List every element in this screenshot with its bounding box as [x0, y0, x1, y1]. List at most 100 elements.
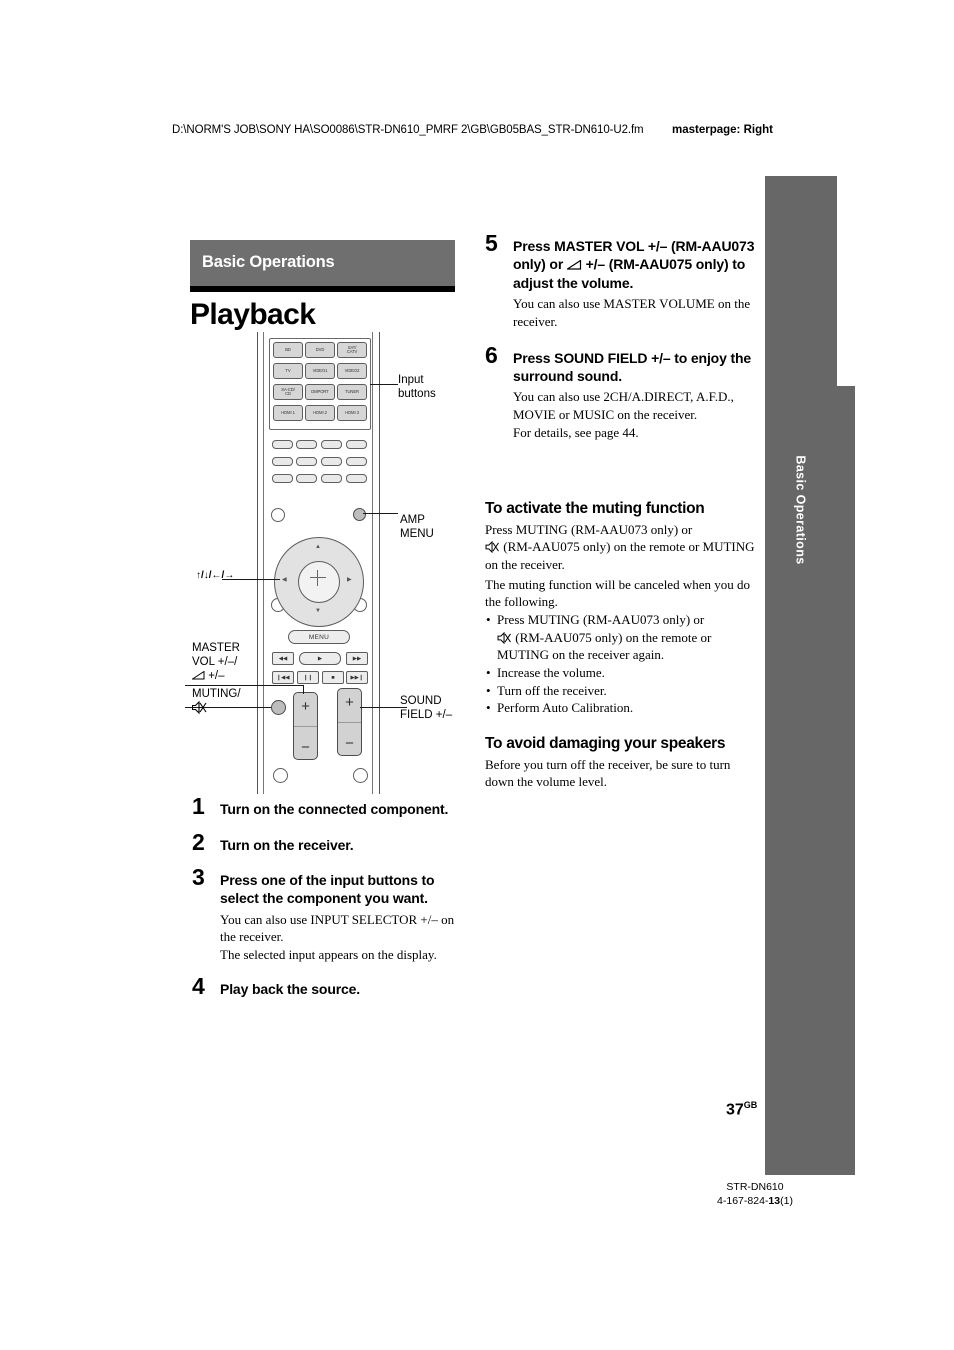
remote-plain-button[interactable] [346, 474, 367, 483]
page-number: 37GB [726, 1100, 757, 1119]
step-5: 5 Press MASTER VOL +/– (RM-AAU073 only) … [485, 232, 757, 331]
remote-button-dvd[interactable]: DVD [305, 342, 335, 358]
remote-plain-button[interactable] [321, 474, 342, 483]
remote-plain-button[interactable] [321, 440, 342, 449]
callout-amp-menu: AMP MENU [400, 513, 434, 541]
remote-master-volume-rocker[interactable]: + − [293, 692, 318, 760]
sound-field-minus-label: − [345, 735, 354, 752]
muting-p1-a: Press MUTING (RM-AAU073 only) or [485, 521, 693, 537]
remote-plain-button[interactable] [296, 457, 317, 466]
callout-input-buttons: Input buttons [398, 373, 436, 401]
footer-code-b: 13 [768, 1195, 781, 1208]
muting-cancel-item-3: Turn off the receiver. [485, 682, 757, 700]
fast-forward-icon: ▶▶ [352, 655, 362, 662]
remote-bottom-button-left[interactable] [273, 768, 288, 783]
step-6: 6 Press SOUND FIELD +/– to enjoy the sur… [485, 343, 757, 442]
remote-button-video2[interactable]: VIDEO2 [337, 363, 367, 379]
step-3-heading: Press one of the input buttons to select… [220, 871, 435, 907]
remote-button-hdmi2[interactable]: HDMI 2 [305, 405, 335, 421]
muting-section-title: To activate the muting function [485, 500, 705, 517]
footer-code-a: 4-167-824- [717, 1195, 769, 1208]
rocker-divider [294, 726, 317, 727]
btn-label: VIDEO1 [312, 367, 328, 373]
btn-label: HDMI 3 [345, 409, 359, 415]
mute-icon [485, 540, 499, 554]
remote-menu-button[interactable]: MENU [288, 630, 350, 644]
remote-dpad-plus-icon [310, 570, 326, 586]
pause-icon: ❙❙ [303, 674, 313, 681]
remote-plain-button[interactable] [272, 440, 293, 449]
callout-sound-field-line1: SOUND [400, 695, 442, 707]
dpad-down-icon: ▼ [315, 608, 321, 614]
remote-button-dmport[interactable]: DMPORT [305, 384, 335, 400]
callout-sound-field: SOUND FIELD +/– [400, 694, 452, 722]
remote-stop-button[interactable]: ■ [322, 671, 344, 684]
remote-button-video1[interactable]: VIDEO1 [305, 363, 335, 379]
step-5-number: 5 [485, 230, 498, 256]
remote-forward-button[interactable]: ▶▶ [346, 652, 368, 665]
step-1-heading: Turn on the connected component. [220, 801, 449, 817]
dpad-up-icon: ▲ [315, 544, 321, 550]
remote-plain-button[interactable] [296, 440, 317, 449]
remote-button-hdmi1[interactable]: HDMI 1 [273, 405, 303, 421]
footer-code: 4-167-824-13(1) [660, 1194, 850, 1208]
muting-cancel-item-1: Press MUTING (RM-AAU073 only) or (RM-AAU… [485, 611, 757, 664]
manual-page: D:\NORM'S JOB\SONY HA\SO0086\STR-DN610_P… [0, 0, 954, 1350]
remote-plain-button[interactable] [346, 440, 367, 449]
remote-sound-field-rocker[interactable]: + − [337, 688, 362, 756]
page-number-value: 37 [726, 1101, 744, 1119]
step-6-number: 6 [485, 341, 498, 368]
step-1-number: 1 [192, 793, 205, 819]
remote-prev-button[interactable]: ❙◀◀ [272, 671, 294, 684]
remote-plain-button[interactable] [272, 474, 293, 483]
btn-label: DVD [315, 346, 325, 352]
callout-amp-menu-line2: MENU [400, 528, 434, 541]
volume-wedge-icon [565, 259, 581, 271]
remote-rewind-button[interactable]: ◀◀ [272, 652, 294, 665]
leader-line-master-vol-h [185, 685, 304, 686]
remote-plain-button[interactable] [296, 474, 317, 483]
remote-round-button-left[interactable] [271, 508, 285, 522]
remote-amp-menu-button[interactable] [353, 508, 366, 521]
remote-plain-button[interactable] [272, 457, 293, 466]
btn-label: HDMI 2 [313, 409, 327, 415]
remote-next-button[interactable]: ▶▶❙ [346, 671, 368, 684]
step-2-number: 2 [192, 829, 205, 856]
muting-section-paragraph-2: The muting function will be canceled whe… [485, 576, 750, 610]
callout-sound-field-line2: FIELD +/– [400, 709, 453, 722]
callout-master-vol-line3: +/– [190, 669, 240, 683]
remote-button-sacd-cd[interactable]: SA-CD/ CD [273, 384, 303, 400]
remote-button-bd[interactable]: BD [273, 342, 303, 358]
remote-button-tuner[interactable]: TUNER [337, 384, 367, 400]
muting-section-paragraph-1: Press MUTING (RM-AAU073 only) or (RM-AAU… [485, 521, 757, 574]
speakers-section-body: Before you turn off the receiver, be sur… [485, 756, 731, 790]
remote-button-tv[interactable]: TV [273, 363, 303, 379]
step-3-note-1: You can also use INPUT SELECTOR +/– on t… [220, 911, 455, 945]
btn-label: SAT/ CATV [346, 344, 358, 354]
muting-cancel-item-2: Increase the volume. [485, 664, 757, 682]
muting-item1-a: Press MUTING (RM-AAU073 only) or [497, 611, 705, 627]
steps-list-left: 1 Turn on the connected component. 2 Tur… [192, 795, 462, 1008]
callout-cursor: ↑/↓/←/→ [196, 570, 234, 582]
callout-amp-menu-line1: AMP [400, 514, 425, 526]
step-1: 1 Turn on the connected component. [192, 795, 462, 818]
remote-button-sat-catv[interactable]: SAT/ CATV [337, 342, 367, 358]
muting-item1-b: (RM-AAU075 only) on the remote or MUTING… [497, 629, 712, 663]
muting-p1-b: (RM-AAU075 only) on the remote or MUTING… [485, 539, 755, 572]
leader-line-input-buttons [370, 384, 398, 385]
remote-button-hdmi3[interactable]: HDMI 3 [337, 405, 367, 421]
step-5-note-1: You can also use MASTER VOLUME on the re… [513, 296, 751, 329]
rewind-icon: ◀◀ [278, 655, 288, 662]
callout-muting-line1: MUTING/ [192, 688, 241, 700]
muting-cancel-item-4: Perform Auto Calibration. [485, 699, 757, 717]
remote-plain-button[interactable] [346, 457, 367, 466]
mute-icon [191, 700, 207, 715]
remote-plain-button[interactable] [321, 457, 342, 466]
steps-list-right: 5 Press MASTER VOL +/– (RM-AAU073 only) … [485, 232, 757, 451]
remote-bottom-button-right[interactable] [353, 768, 368, 783]
remote-pause-button[interactable]: ❙❙ [297, 671, 319, 684]
next-icon: ▶▶❙ [350, 674, 364, 681]
remote-muting-button[interactable] [271, 700, 286, 715]
remote-play-button[interactable]: ▶ [299, 652, 341, 665]
btn-label: SA-CD/ CD [281, 386, 295, 396]
